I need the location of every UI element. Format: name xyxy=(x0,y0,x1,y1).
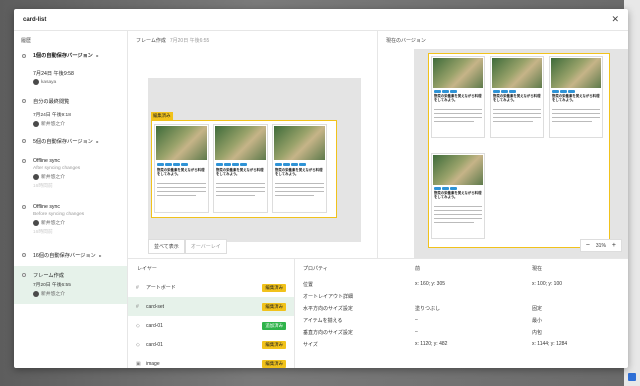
property-row: アイテムを揃える – 最小 xyxy=(303,317,543,324)
close-icon[interactable]: ✕ xyxy=(611,15,619,24)
chevron-right-icon: ▸ xyxy=(96,139,99,144)
modal-header: card-list ✕ xyxy=(14,9,628,31)
card-title: 野菜の栄養素を覚えながら料理をしてみよう。 xyxy=(275,168,323,176)
card: 野菜の栄養素を覚えながら料理をしてみよう。 xyxy=(213,124,268,213)
layers-panel: レイヤー # アートボード 編集済み # card-set 編集済み ◇ car… xyxy=(128,259,295,368)
card-image xyxy=(274,126,325,160)
status-badge: 編集済み xyxy=(262,283,286,292)
layer-row[interactable]: # card-set 編集済み xyxy=(128,297,294,316)
current-preview-canvas[interactable]: 野菜の栄養素を覚えながら料理をしてみよう。 野菜の栄養素を覚えながら料理をしてみ… xyxy=(414,49,628,258)
compare-mode-tabs: 並べて表示 オーバーレイ xyxy=(148,239,227,254)
diff-details: レイヤー # アートボード 編集済み # card-set 編集済み ◇ car… xyxy=(128,258,628,368)
card-image xyxy=(215,126,266,160)
status-badge: 追加済み xyxy=(262,321,286,330)
zoom-out-button[interactable]: − xyxy=(586,242,590,249)
avatar xyxy=(33,173,39,180)
image-icon: ▣ xyxy=(136,360,141,367)
timeline-dot-icon xyxy=(22,273,26,277)
version-item-last-viewed[interactable]: 自分の最終閲覧 7月24日 午後9:18 新井悠之介 xyxy=(14,98,127,138)
property-row: 垂直方向のサイズ設定 – 内包 xyxy=(303,329,543,336)
history-sidebar: 履歴 1個の自動保存バージョン ▸ 7月24日 午後9:58 kasaya 自分… xyxy=(14,31,128,368)
panel-title: フレーム作成 xyxy=(136,37,166,44)
property-row: 水平方向のサイズ設定 塗りつぶし 固定 xyxy=(303,305,543,312)
card-title: 野菜の栄養素を覚えながら料理をしてみよう。 xyxy=(216,168,264,176)
current-version-panel: 現在のバージョン 野菜の栄養素を覚えながら料理をしてみよう。 野菜の栄養素を覚え… xyxy=(378,31,628,258)
version-item-autosave-5[interactable]: 5個の自動保存バージョン ▸ xyxy=(14,138,127,158)
frame-tag-edited: 編集済み xyxy=(151,112,173,120)
version-user: 新井悠之介 xyxy=(33,173,127,180)
component-icon: ◇ xyxy=(136,322,140,329)
card: 野菜の栄養素を覚えながら料理をしてみよう。 xyxy=(431,153,485,239)
version-item-0724-958[interactable]: 7月24日 午後9:58 kasaya xyxy=(14,70,127,98)
frame-icon: # xyxy=(136,303,139,310)
zoom-level: 31% xyxy=(595,242,606,249)
previous-version-panel: フレーム作成 7月20日 午後6:55 編集済み 野菜の栄養素を覚えながら料理を… xyxy=(128,31,378,258)
layer-row[interactable]: # アートボード 編集済み xyxy=(128,278,294,297)
tab-overlay[interactable]: オーバーレイ xyxy=(184,239,227,254)
tab-side-by-side[interactable]: 並べて表示 xyxy=(148,239,185,254)
card-set-frame[interactable]: 野菜の栄養素を覚えながら料理をしてみよう。 野菜の栄養素を覚えながら料理をしてみ… xyxy=(151,120,337,218)
version-user: 新井悠之介 xyxy=(33,219,127,226)
properties-header-row: プロパティ 前 現在 xyxy=(303,266,543,272)
card-set-frame[interactable]: 野菜の栄養素を覚えながら料理をしてみよう。 野菜の栄養素を覚えながら料理をしてみ… xyxy=(428,53,610,248)
panel-subtitle: 7月20日 午後6:55 xyxy=(169,37,210,44)
panel-title: 現在のバージョン xyxy=(386,37,426,44)
panel-header: フレーム作成 7月20日 午後6:55 xyxy=(128,31,377,49)
layers-heading: レイヤー xyxy=(137,266,157,272)
component-icon: ◇ xyxy=(136,341,140,348)
version-user: kasaya xyxy=(33,79,127,85)
status-badge: 編集済み xyxy=(262,302,286,311)
card: 野菜の栄養素を覚えながら料理をしてみよう。 xyxy=(549,56,603,138)
card: 野菜の栄養素を覚えながら料理をしてみよう。 xyxy=(490,56,544,138)
card: 野菜の栄養素を覚えながら料理をしてみよう。 xyxy=(431,56,485,138)
status-badge: 編集済み xyxy=(262,359,286,368)
timeline-dot-icon xyxy=(22,253,26,257)
version-item-offline-before[interactable]: Offline sync Before syncing changes 新井悠之… xyxy=(14,204,127,246)
version-history-modal: card-list ✕ 履歴 1個の自動保存バージョン ▸ 7月24日 午後9:… xyxy=(14,9,628,368)
timeline-dot-icon xyxy=(22,159,26,163)
timeline-dot-icon xyxy=(22,99,26,103)
status-badge: 編集済み xyxy=(262,340,286,349)
version-user: 新井悠之介 xyxy=(33,120,127,127)
chevron-right-icon: ▸ xyxy=(96,53,99,58)
properties-panel: プロパティ 前 現在 位置 x: 160; y: 305 x: 100; y: … xyxy=(295,259,628,368)
card: 野菜の栄養素を覚えながら料理をしてみよう。 xyxy=(154,124,209,213)
property-row: 位置 x: 160; y: 305 x: 100; y: 100 xyxy=(303,281,563,288)
card-title: 野菜の栄養素を覚えながら料理をしてみよう。 xyxy=(157,168,205,176)
frame-icon: # xyxy=(136,284,139,291)
card-image xyxy=(156,126,207,160)
layer-row[interactable]: ▣ image 編集済み xyxy=(128,354,294,368)
panel-header: 現在のバージョン xyxy=(378,31,628,49)
zoom-in-button[interactable]: + xyxy=(612,242,616,249)
version-item-autosave-1[interactable]: 1個の自動保存バージョン ▸ xyxy=(14,52,127,70)
avatar xyxy=(33,79,39,85)
timeline-dot-icon xyxy=(22,139,26,143)
history-heading: 履歴 xyxy=(21,37,32,44)
background-swatch xyxy=(628,373,636,381)
property-row: サイズ x: 1120; y: 482 x: 1144; y: 1284 xyxy=(303,341,568,348)
avatar xyxy=(33,120,39,127)
property-row: オートレイアウト詳細 xyxy=(303,293,354,300)
avatar xyxy=(33,290,39,297)
timeline-dot-icon xyxy=(22,54,26,58)
zoom-control: − 31% + xyxy=(579,239,622,252)
modal-title: card-list xyxy=(23,16,47,23)
card: 野菜の栄養素を覚えながら料理をしてみよう。 xyxy=(272,124,327,213)
version-item-autosave-16[interactable]: 16個の自動保存バージョン ▸ xyxy=(14,246,127,266)
preview-canvas[interactable]: 編集済み 野菜の栄養素を覚えながら料理をしてみよう。 野菜の栄養素を覚えながら料… xyxy=(148,78,361,242)
timeline-dot-icon xyxy=(22,205,26,209)
version-item-frame-created[interactable]: フレーム作成 7月20日 午後6:55 新井悠之介 xyxy=(14,266,127,304)
avatar xyxy=(33,219,39,226)
chevron-right-icon: ▸ xyxy=(99,253,102,258)
version-item-offline-after[interactable]: Offline sync After syncing changes 新井悠之介… xyxy=(14,158,127,204)
layer-row[interactable]: ◇ card-01 編集済み xyxy=(128,335,294,354)
version-user: 新井悠之介 xyxy=(33,290,127,297)
layer-row[interactable]: ◇ card-01 追加済み xyxy=(128,316,294,335)
